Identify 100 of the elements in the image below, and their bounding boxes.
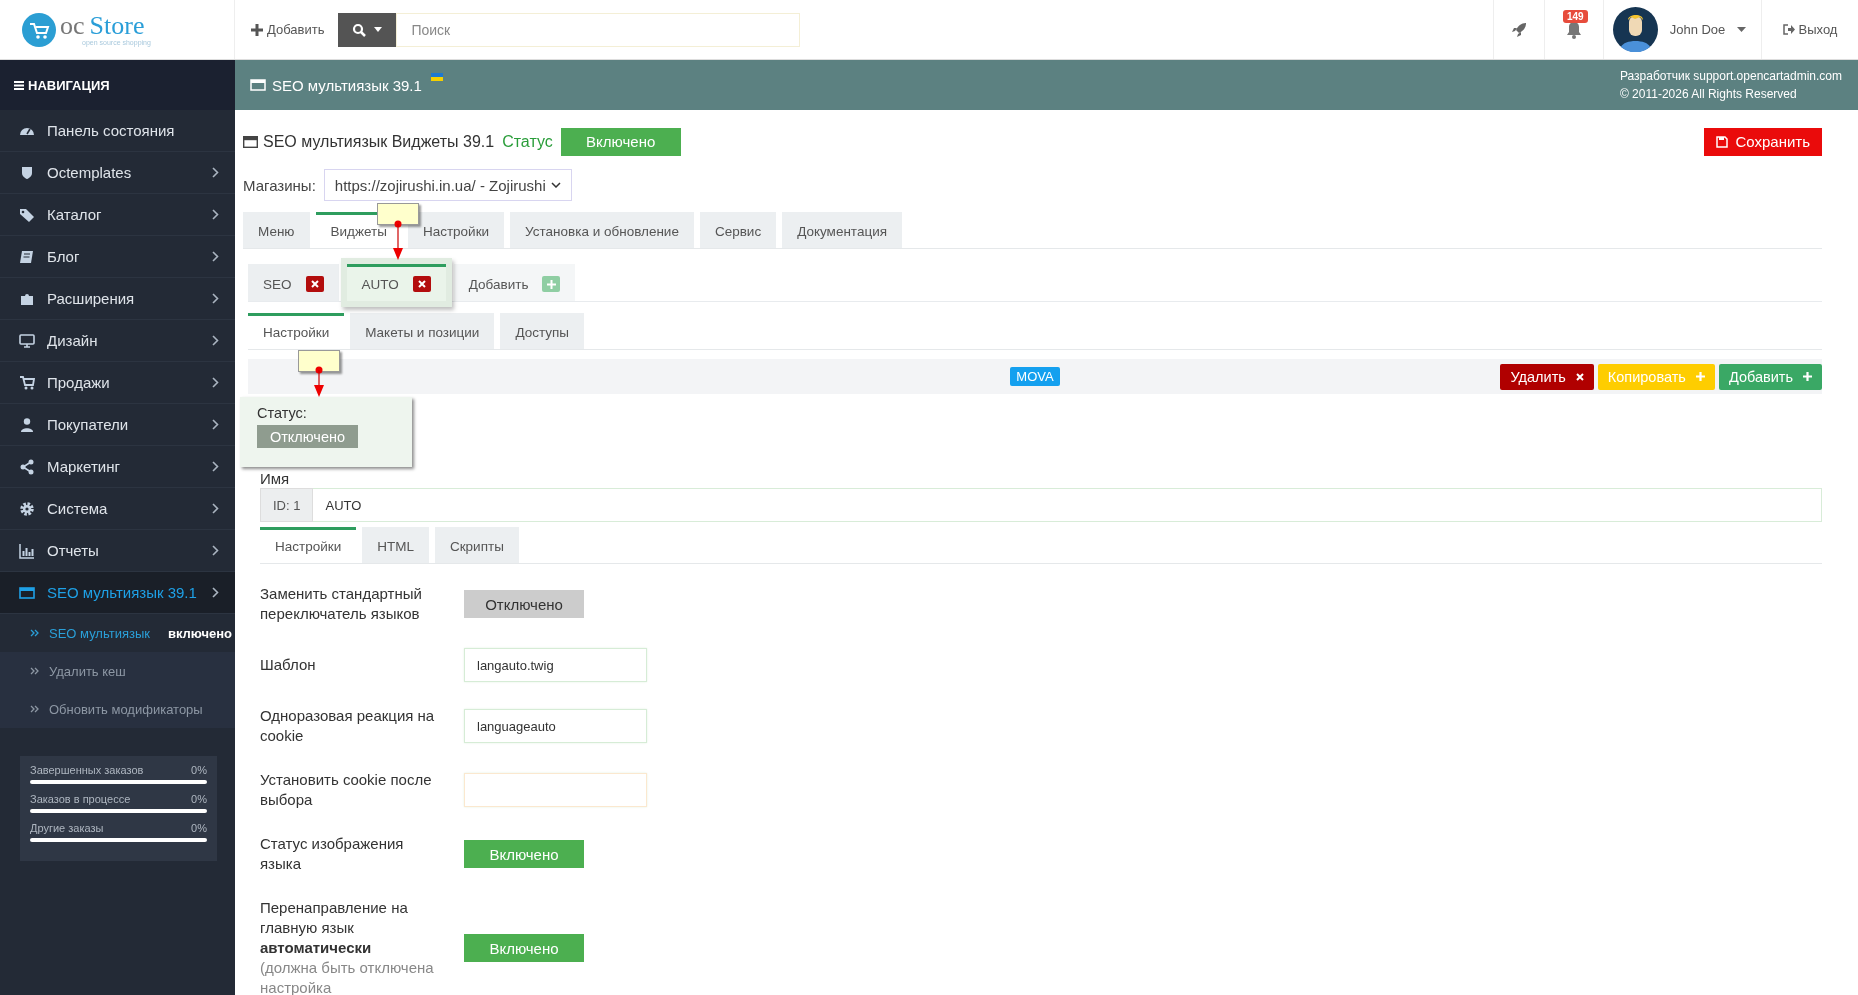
field-label: Одноразовая реакция на cookie (260, 706, 436, 746)
caret-icon (374, 27, 383, 32)
close-icon[interactable] (305, 276, 324, 292)
module-title: SEO мультиязык Виджеты 39.1 (263, 132, 495, 151)
input-field[interactable]: languageauto (464, 709, 647, 743)
logo-text: Store (89, 13, 145, 39)
submenu-item[interactable]: SEO мультиязык включено (0, 614, 235, 652)
close-icon (1575, 372, 1584, 381)
monitor-icon (19, 332, 35, 349)
pointer-arrow-tooltip (392, 220, 404, 260)
flag-icon (430, 72, 443, 81)
tab[interactable]: Настройки (407, 212, 505, 248)
language-badge: MOVA (1010, 367, 1060, 386)
submenu-item[interactable]: Обновить модификаторы (0, 690, 235, 728)
sidebar-item[interactable]: Маркетинг (0, 446, 235, 488)
logout-button[interactable]: Выход (1776, 21, 1844, 38)
stat-label: Заказов в процессе (30, 793, 131, 805)
double-chevron-icon (30, 629, 39, 637)
credits-text: Разработчик support.opencartadmin.com (1619, 68, 1842, 85)
sidebar-item[interactable]: Продажи (0, 362, 235, 404)
status-label: включено (167, 625, 233, 641)
add-button[interactable]: Добавить (245, 0, 331, 59)
caret-icon (1737, 27, 1747, 32)
field-label: Заменить стандартный переключатель языков (260, 584, 423, 624)
sidebar-item[interactable]: Блог (0, 236, 235, 278)
book-icon (19, 248, 35, 265)
close-icon[interactable] (412, 276, 431, 292)
rocket-icon[interactable] (1511, 21, 1527, 38)
sidebar-item[interactable]: Дизайн (0, 320, 235, 362)
search-icon (352, 22, 367, 37)
stat-value: 0% (191, 793, 207, 805)
tab[interactable]: Сервис (699, 212, 777, 248)
search-field[interactable]: Поиск (396, 12, 801, 47)
field-label: Статус: (257, 405, 308, 421)
logo-text: oc (60, 13, 85, 39)
logout-icon (1782, 24, 1795, 35)
gear-icon (19, 500, 35, 517)
tab[interactable]: Скрипты (434, 527, 519, 563)
share-icon (19, 458, 35, 475)
credits-text: © 2011-2026 All Rights Reserved (1619, 86, 1798, 103)
stat-value: 0% (191, 822, 207, 834)
stat-label: Завершенных заказов (30, 764, 144, 776)
card-icon (19, 584, 35, 601)
page-title: SEO мультиязык 39.1 (272, 76, 422, 94)
field-label: Имя (260, 470, 291, 487)
field-label: Магазины: (243, 176, 316, 194)
status-label: Статус (502, 132, 553, 151)
sidebar-item[interactable]: SEO мультиязык 39.1 (0, 572, 235, 614)
widget-tab[interactable]: Добавить (453, 264, 576, 301)
delete-button[interactable]: Удалить (1500, 363, 1594, 390)
input-field[interactable] (464, 773, 647, 807)
shield-icon (19, 164, 35, 181)
id-addon: ID: 1 (260, 488, 314, 522)
sidebar-item[interactable]: Octemplates (0, 152, 235, 194)
sidebar-item[interactable]: Панель состояния (0, 110, 235, 152)
sidebar-item[interactable]: Расширения (0, 278, 235, 320)
tab[interactable]: Доступы (500, 313, 585, 349)
tab[interactable]: Установка и обновление (510, 212, 694, 248)
widget-tab[interactable]: SEO (248, 264, 339, 301)
input-field[interactable]: langauto.twig (464, 648, 647, 682)
pointer-arrow-tooltip (313, 366, 325, 397)
field-label: Перенаправление на главную язык автоматически (260, 898, 409, 958)
sidebar-item[interactable]: Покупатели (0, 404, 235, 446)
nav-title: НАВИГАЦИЯ (0, 60, 235, 110)
double-chevron-icon (30, 667, 39, 675)
field-label: Установить cookie после выбора (260, 770, 433, 810)
tab[interactable]: Документация (782, 212, 902, 248)
double-chevron-icon (30, 705, 39, 713)
status-toggle[interactable]: Отключено (464, 590, 584, 618)
note-tooltip (377, 203, 419, 225)
stat-value: 0% (191, 764, 207, 776)
tab[interactable]: HTML (362, 527, 429, 563)
field-label: Статус изображения языка (260, 834, 405, 874)
submenu-item[interactable]: Удалить кеш (0, 652, 235, 690)
bell-icon[interactable] (1566, 20, 1582, 39)
cart-icon (19, 374, 35, 391)
field-label: Шаблон (260, 655, 317, 675)
plus-icon (1803, 372, 1812, 381)
card-icon (250, 79, 266, 91)
tab[interactable]: Макеты и позиции (350, 313, 495, 349)
sidebar-item[interactable]: Система (0, 488, 235, 530)
plus-icon (1695, 372, 1705, 381)
chevron-down-icon (550, 182, 561, 188)
user-menu[interactable]: John Doe (1602, 7, 1763, 52)
note-tooltip (298, 350, 340, 372)
card-icon (243, 135, 258, 148)
user-icon (19, 416, 35, 433)
bar-chart-icon (19, 542, 35, 559)
floppy-icon (1716, 135, 1729, 148)
avatar-icon (1612, 7, 1658, 52)
cart-logo-icon (22, 12, 56, 47)
store-select[interactable]: https://zojirushi.in.ua/ - Zojirushi (323, 169, 572, 201)
name-field[interactable]: AUTO (313, 488, 1822, 522)
search-button[interactable] (338, 12, 397, 47)
notification-badge: 149 (1563, 10, 1588, 23)
save-button[interactable]: Сохранить (1704, 127, 1822, 156)
plus-icon (251, 23, 263, 36)
menu-icon (14, 80, 24, 90)
tab[interactable]: Меню (243, 212, 310, 248)
sidebar-item[interactable]: Каталог (0, 194, 235, 236)
